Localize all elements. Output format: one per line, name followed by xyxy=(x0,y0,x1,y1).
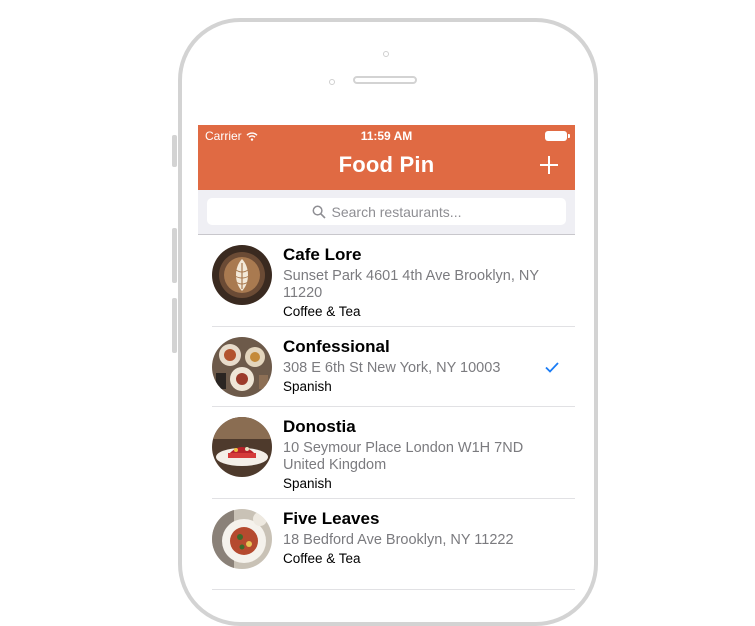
phone-speaker xyxy=(353,76,417,84)
restaurant-thumbnail-donostia xyxy=(212,417,272,477)
restaurant-type: Coffee & Tea xyxy=(283,551,361,566)
status-time: 11:59 AM xyxy=(360,129,413,143)
restaurant-name: Cafe Lore xyxy=(283,245,362,264)
restaurant-row[interactable]: Cafe Lore Sunset Park 4601 4th Ave Brook… xyxy=(198,235,575,327)
restaurant-name: Five Leaves xyxy=(283,509,380,528)
restaurant-name: Donostia xyxy=(283,417,356,436)
restaurant-row[interactable]: Donostia 10 Seymour Place London W1H 7ND… xyxy=(198,407,575,499)
phone-volume-down xyxy=(172,298,177,353)
navigation-bar: Carrier 11:59 AM Food Pin xyxy=(198,125,575,190)
restaurant-name: Confessional xyxy=(283,337,390,356)
page-title: Food Pin xyxy=(338,152,435,177)
restaurant-type: Coffee & Tea xyxy=(283,304,361,319)
restaurant-list: Cafe Lore Sunset Park 4601 4th Ave Brook… xyxy=(198,235,575,590)
search-bar: Search restaurants... xyxy=(198,190,575,235)
battery-icon xyxy=(545,131,570,141)
search-placeholder: Search restaurants... xyxy=(331,203,462,220)
restaurant-location: Sunset Park 4601 4th Ave Brooklyn, NY 11… xyxy=(283,268,539,301)
restaurant-type: Spanish xyxy=(283,476,332,491)
phone-volume-up xyxy=(172,228,177,283)
phone-sensor xyxy=(329,79,335,85)
restaurant-row[interactable]: Confessional 308 E 6th St New York, NY 1… xyxy=(198,327,575,407)
search-icon xyxy=(312,205,326,219)
search-input[interactable]: Search restaurants... xyxy=(207,198,566,225)
checkmark-icon xyxy=(545,362,559,373)
add-restaurant-button[interactable] xyxy=(537,153,561,177)
restaurant-thumbnail-confessional xyxy=(212,337,272,397)
phone-front-camera xyxy=(383,51,389,57)
plus-icon xyxy=(540,156,558,174)
restaurant-location: 18 Bedford Ave Brooklyn, NY 11222 xyxy=(283,532,514,548)
app-screen: Carrier 11:59 AM Food Pin Search restaur… xyxy=(198,125,575,595)
restaurant-type: Spanish xyxy=(283,379,332,394)
row-divider xyxy=(212,589,575,590)
restaurant-row[interactable]: Five Leaves 18 Bedford Ave Brooklyn, NY … xyxy=(198,499,575,590)
restaurant-location: 308 E 6th St New York, NY 10003 xyxy=(283,360,501,376)
restaurant-thumbnail-five-leaves xyxy=(212,509,272,569)
phone-mute-switch xyxy=(172,135,177,167)
restaurant-thumbnail-cafe-lore xyxy=(212,245,272,305)
restaurant-location: 10 Seymour Place London W1H 7ND United K… xyxy=(283,440,524,473)
